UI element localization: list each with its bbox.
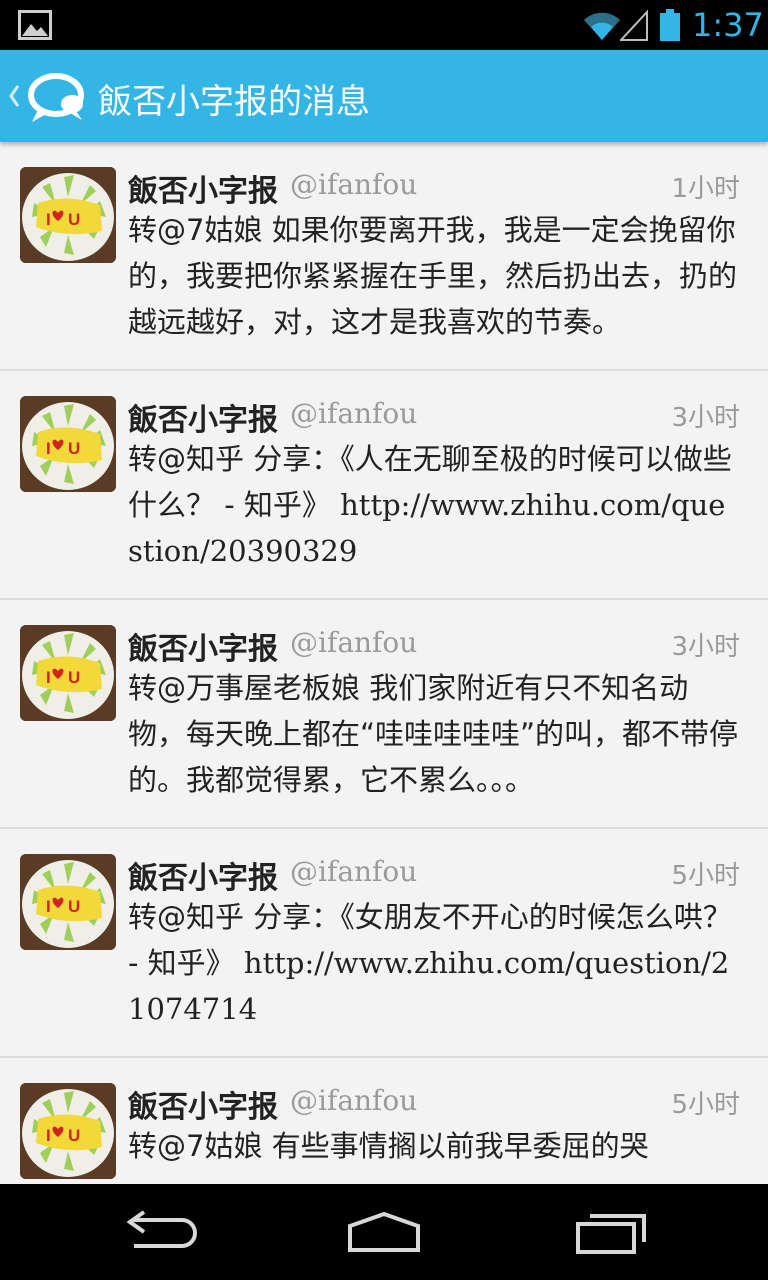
page-title: 飯否小字报的消息 [98,82,370,122]
avatar[interactable]: I U [20,396,116,492]
message-item[interactable]: I U 飯否小字报 @ifanfou 3小时 转@万事屋老板娘 我们家附近有只不… [0,600,768,829]
message-header: 飯否小字报 @ifanfou 3小时 [128,624,740,667]
author-handle: @ifanfou [290,168,418,201]
message-header: 飯否小字报 @ifanfou 5小时 [128,1082,740,1125]
signal-icon [620,10,648,41]
message-time: 5小时 [671,1090,740,1120]
svg-text:I: I [46,1126,51,1145]
message-item[interactable]: I U 飯否小字报 @ifanfou 5小时 转@知乎 分享：《女朋友不开心的时… [0,829,768,1058]
author-handle: @ifanfou [290,397,418,430]
navigation-bar [0,1184,768,1280]
message-body: 转@7姑娘 如果你要离开我，我是一定会挽留你的，我要把你紧紧握在手里，然后扔出去… [128,213,738,339]
svg-text:U: U [68,439,80,458]
message-text: 转@7姑娘 有些事情搁以前我早委屈的哭 [128,1123,740,1169]
author-handle: @ifanfou [290,626,418,659]
chevron-left-icon[interactable] [6,80,22,112]
avatar[interactable]: I U [20,167,116,263]
status-bar: 1:37 [0,0,768,50]
message-text: 转@知乎 分享：《女朋友不开心的时候怎么哄？ - 知乎》 http://www.… [128,894,740,1032]
svg-text:U: U [68,897,80,916]
message-item[interactable]: I U 飯否小字报 @ifanfou 1小时 转@7姑娘 如果你要离开我，我是一… [0,142,768,371]
author-name: 飯否小字报 [128,174,278,209]
message-text: 转@7姑娘 如果你要离开我，我是一定会挽留你的，我要把你紧紧握在手里，然后扔出去… [128,207,740,345]
message-item[interactable]: I U 飯否小字报 @ifanfou 5小时 转@7姑娘 有些事情搁以前我早委屈… [0,1058,768,1184]
message-header: 飯否小字报 @ifanfou 5小时 [128,853,740,896]
svg-text:I: I [46,210,51,229]
message-header: 飯否小字报 @ifanfou 3小时 [128,395,740,438]
author-name: 飯否小字报 [128,403,278,438]
svg-text:U: U [68,1126,80,1145]
status-clock: 1:37 [692,6,764,44]
svg-text:I: I [46,897,51,916]
author-name: 飯否小字报 [128,1090,278,1125]
message-text: 转@知乎 分享：《人在无聊至极的时候可以做些什么？ - 知乎》 http://w… [128,436,740,574]
author-name: 飯否小字报 [128,861,278,896]
message-body: 转@万事屋老板娘 我们家附近有只不知名动物，每天晚上都在“哇哇哇哇哇”的叫，都不… [128,671,739,797]
avatar[interactable]: I U [20,625,116,721]
message-header: 飯否小字报 @ifanfou 1小时 [128,166,740,209]
avatar[interactable]: I U [20,854,116,950]
message-list[interactable]: I U 飯否小字报 @ifanfou 1小时 转@7姑娘 如果你要离开我，我是一… [0,142,768,1184]
avatar[interactable]: I U [20,1083,116,1179]
home-icon[interactable] [344,1208,424,1256]
message-item[interactable]: I U 飯否小字报 @ifanfou 3小时 转@知乎 分享：《人在无聊至极的时… [0,371,768,600]
svg-text:I: I [46,668,51,687]
svg-text:U: U [68,668,80,687]
chat-bubbles-icon[interactable] [26,70,86,124]
back-icon[interactable] [120,1208,200,1256]
wifi-icon [584,12,620,40]
message-time: 5小时 [671,861,740,891]
message-time: 3小时 [671,632,740,662]
svg-text:U: U [68,210,80,229]
svg-text:I: I [46,439,51,458]
message-body: 转@7姑娘 有些事情搁以前我早委屈的哭 [128,1129,649,1163]
battery-icon [660,9,680,41]
action-bar[interactable]: 飯否小字报的消息 [0,50,768,142]
recent-apps-icon[interactable] [572,1208,652,1256]
message-text: 转@万事屋老板娘 我们家附近有只不知名动物，每天晚上都在“哇哇哇哇哇”的叫，都不… [128,665,740,803]
image-notification-icon [18,10,52,40]
author-name: 飯否小字报 [128,632,278,667]
message-time: 3小时 [671,403,740,433]
author-handle: @ifanfou [290,855,418,888]
author-handle: @ifanfou [290,1084,418,1117]
message-time: 1小时 [671,174,740,204]
